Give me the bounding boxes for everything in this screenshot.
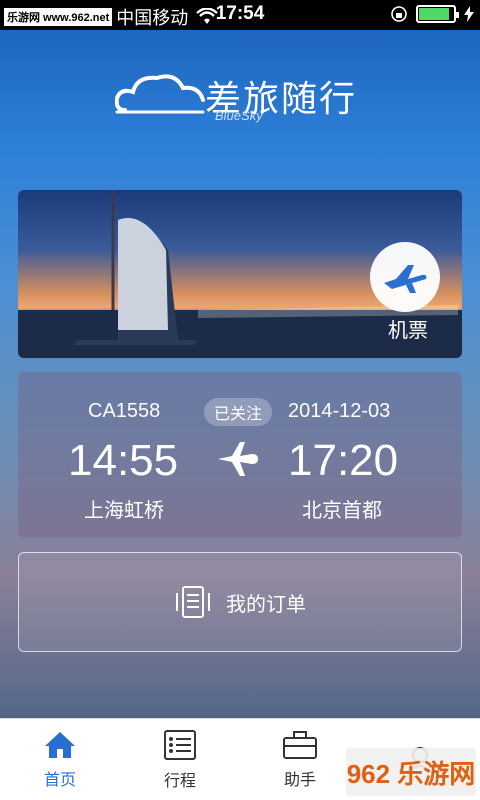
follow-badge[interactable]: 已关注 [204,398,273,426]
arrival-city: 北京首都 [302,500,382,522]
cloud-icon [115,74,205,114]
bottom-tab-bar: 首页 行程 助手 962 乐游网 [0,718,480,800]
airplane-icon [384,265,427,293]
briefcase-icon [283,730,317,759]
status-time: 17:54 [215,3,265,24]
charging-icon [464,6,474,22]
my-orders-button[interactable]: 我的订单 [18,552,462,652]
tab-home[interactable]: 首页 [0,719,120,800]
flight-date: 2014-12-03 [288,400,391,422]
departure-city: 上海虹桥 [84,500,164,522]
airplane-icon [218,442,258,476]
tab-assistant-label: 助手 [283,771,316,789]
logo-subtitle: BlueSky [215,108,263,123]
my-orders-label: 我的订单 [226,593,306,616]
rotation-lock-icon [391,6,407,22]
departure-time: 14:55 [68,436,179,485]
flight-icon-circle[interactable] [370,242,440,312]
arrival-time: 17:20 [288,436,399,485]
banner-label: 机票 [388,320,428,342]
list-icon [164,729,196,760]
home-icon [45,731,75,758]
app-logo: 差旅随行 BlueSky [115,68,375,128]
flight-banner[interactable]: 机票 [18,190,462,358]
status-bar: 乐游网 www.962.net 中国移动 17:54 [0,0,480,30]
carrier-label: 中国移动 [116,8,189,28]
tab-itinerary[interactable]: 行程 [120,719,240,800]
tab-itinerary-label: 行程 [163,772,196,790]
tab-assistant[interactable]: 助手 [240,719,360,800]
document-icon [176,586,210,618]
site-watermark: 962 乐游网 [346,748,476,796]
battery-icon [416,5,459,23]
followed-flight-card[interactable]: CA1558 已关注 2014-12-03 14:55 17:20 上海虹桥 北… [18,372,462,538]
tab-home-label: 首页 [43,771,76,789]
watermark-badge: 乐游网 www.962.net [4,8,113,26]
flight-number: CA1558 [88,400,161,422]
